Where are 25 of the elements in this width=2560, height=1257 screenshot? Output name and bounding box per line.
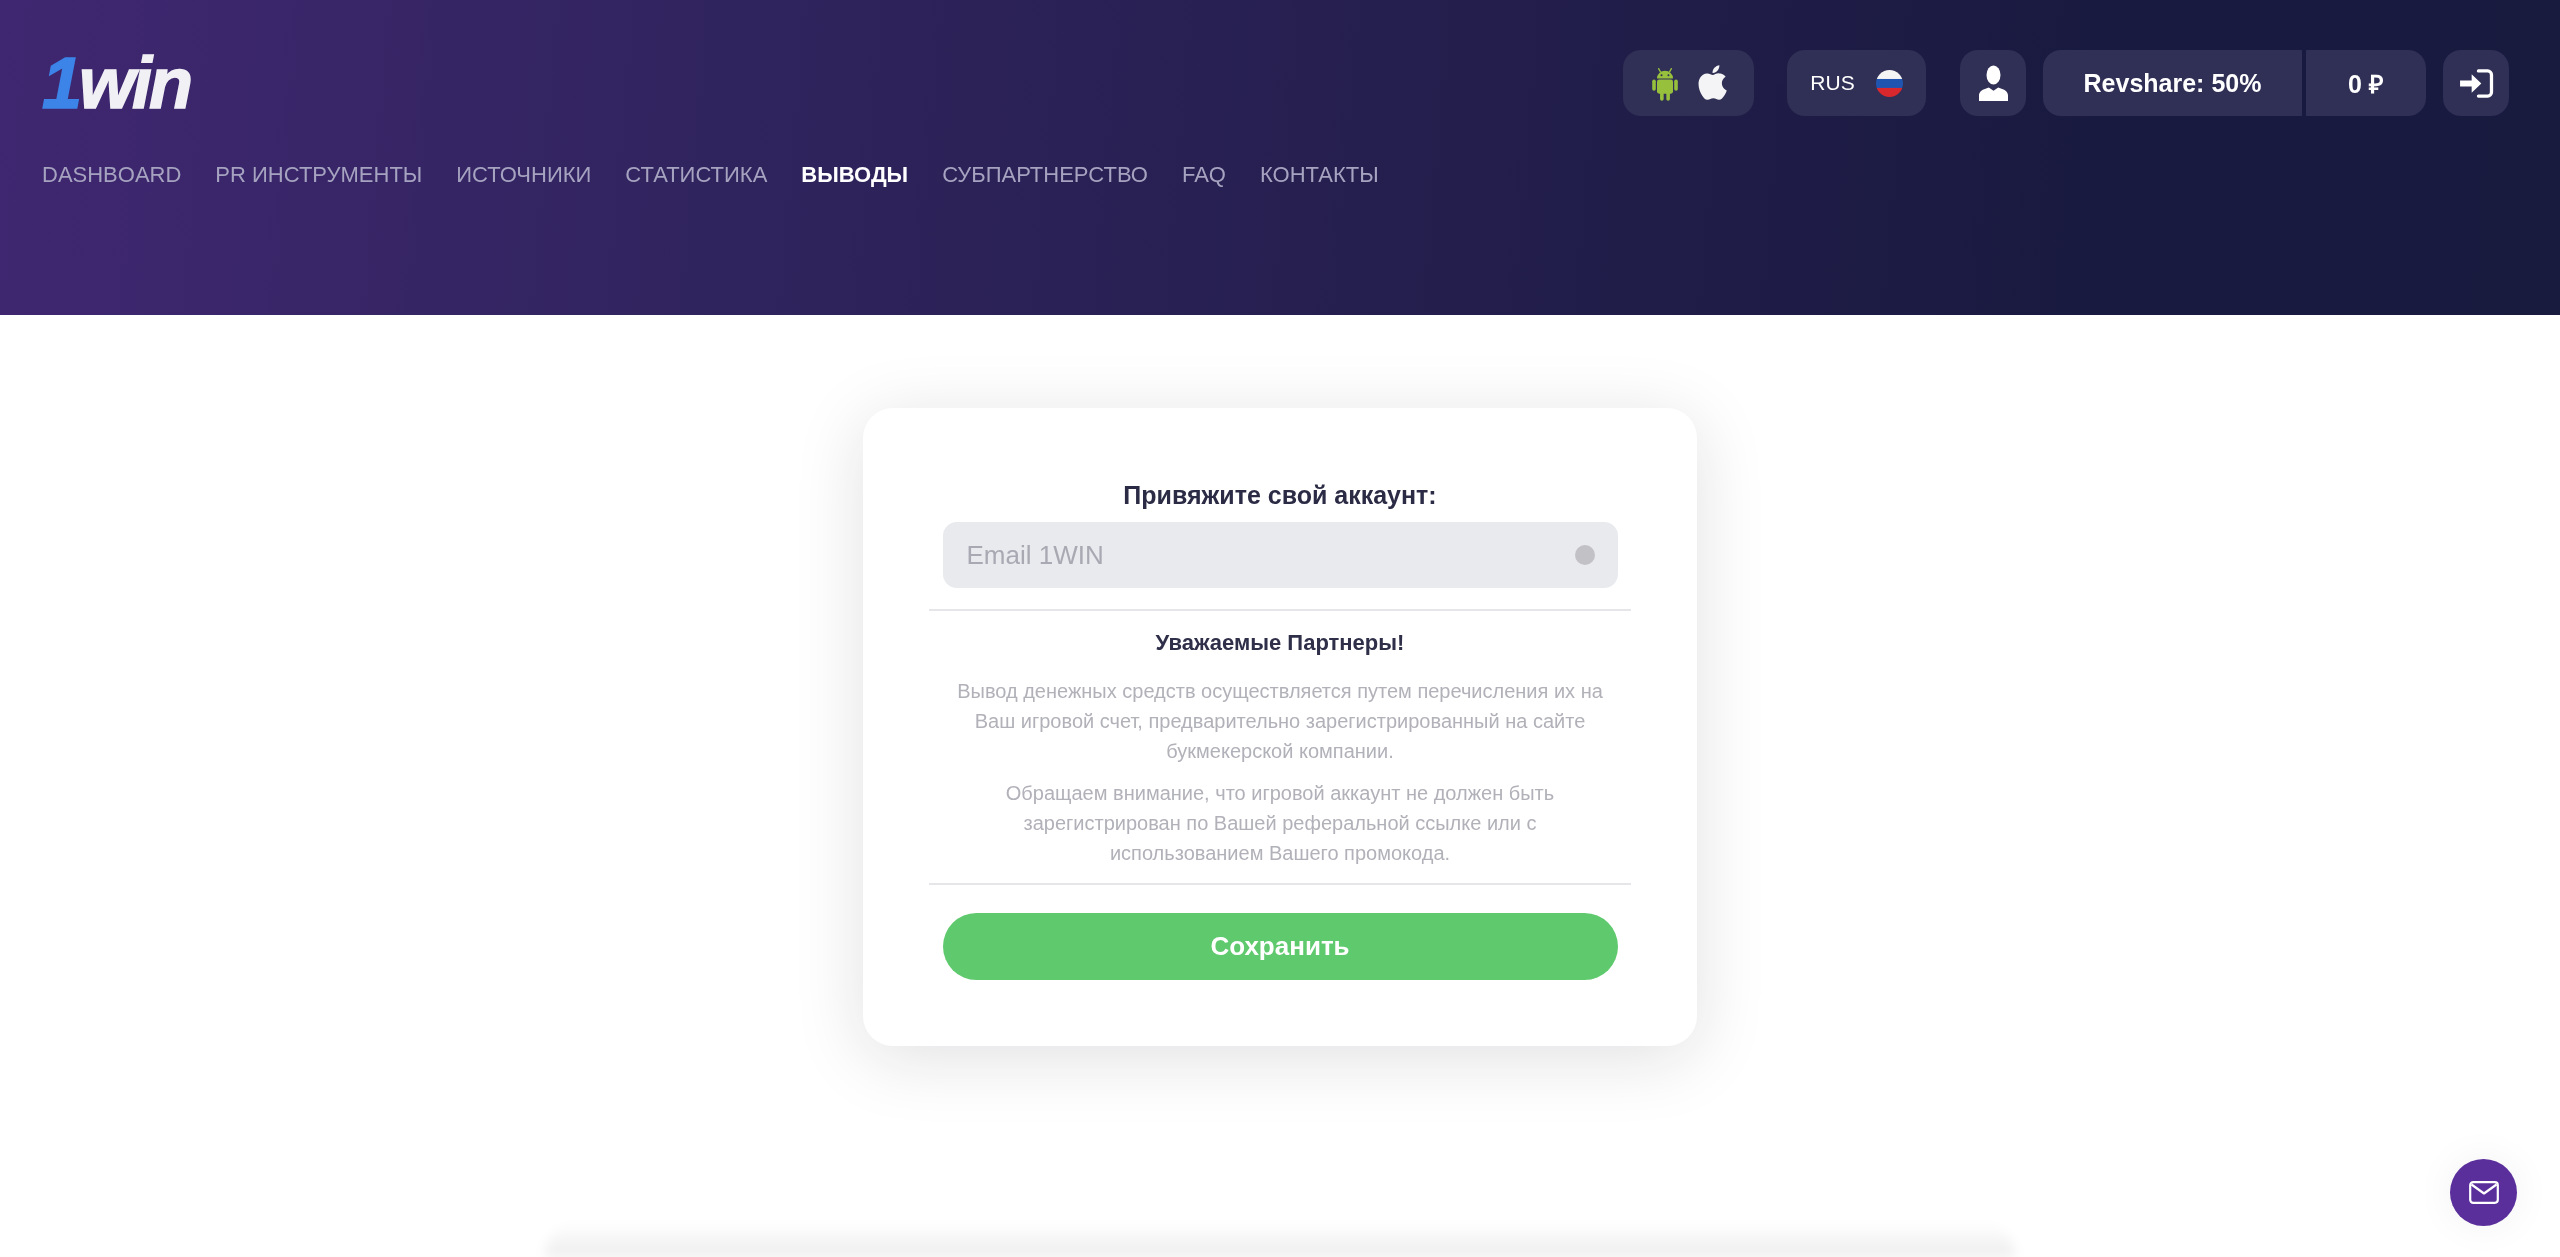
nav-link[interactable]: ИСТОЧНИКИ: [456, 160, 592, 190]
card-title: Привяжите свой аккаунт:: [1123, 480, 1437, 510]
notice-paragraph: Обращаем внимание, что игровой аккаунт не должен быть зарегистрирован по Вашей реферальной ссылке или с использованием Вашего промокода.: [1004, 781, 1556, 866]
email-field[interactable]: Email 1WIN: [942, 522, 1618, 588]
nav-link[interactable]: PR ИНСТРУМЕНТЫ: [215, 160, 423, 190]
nav-link[interactable]: СТАТИСТИКА: [625, 160, 768, 190]
status-dot-icon: [1574, 545, 1595, 565]
notice-title: Уважаемые Партнеры!: [1155, 629, 1405, 657]
login-icon: [2458, 68, 2494, 98]
notice-paragraph: Вывод денежных средств осуществляется путем перечисления их на Ваш игровой счет, предварительно зарегистрированный на сайте букмекерской компании.: [956, 679, 1604, 764]
mail-icon: [2468, 1181, 2499, 1204]
nav-link[interactable]: СУБПАРТНЕРСТВО: [942, 160, 1148, 190]
language-selector[interactable]: RUS: [1787, 50, 1926, 116]
balance-badge: 0 ₽: [2306, 50, 2426, 116]
user-icon: [1978, 65, 2008, 101]
nav-link[interactable]: FAQ: [1181, 160, 1226, 190]
revshare-badge: Revshare: 50%: [2043, 50, 2302, 116]
nav-link[interactable]: DASHBOARD: [42, 160, 182, 190]
apple-icon[interactable]: [1697, 64, 1729, 102]
logo[interactable]: 1win: [42, 49, 191, 117]
nav-link[interactable]: ВЫВОДЫ: [801, 160, 909, 190]
nav-link[interactable]: КОНТАКТЫ: [1259, 160, 1379, 190]
login-button[interactable]: [2443, 50, 2509, 116]
russia-flag-icon: [1875, 69, 1903, 97]
profile-button[interactable]: [1960, 50, 2026, 116]
